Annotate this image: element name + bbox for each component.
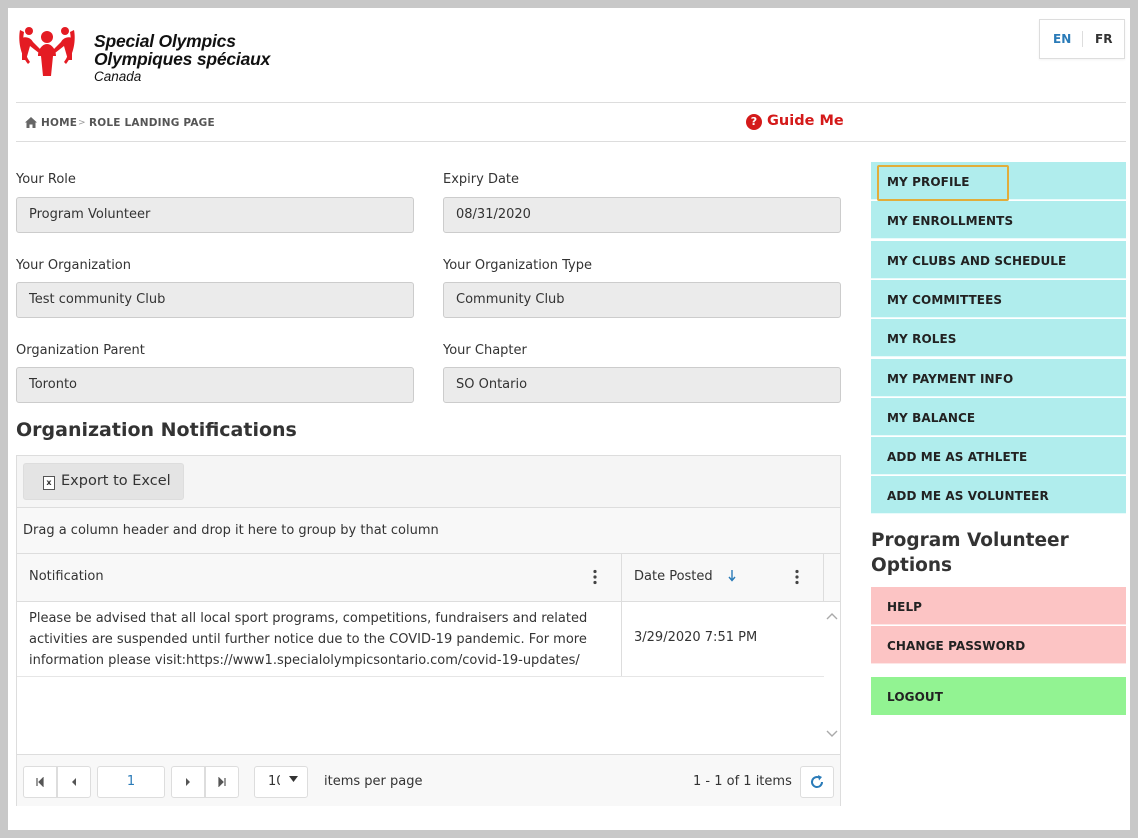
column-header-label: Notification <box>29 569 104 584</box>
scroll-up-icon[interactable] <box>826 612 838 620</box>
notifications-grid: x Export to Excel Drag a column header a… <box>16 455 841 806</box>
organization-parent-label: Organization Parent <box>16 343 145 358</box>
logo-line-1: Special Olympics <box>94 31 236 51</box>
column-menu-icon[interactable] <box>794 569 800 585</box>
organization-field: Test community Club <box>16 282 414 318</box>
chevron-right-icon: > <box>78 118 86 128</box>
question-circle-icon[interactable]: ? <box>746 114 762 130</box>
expiry-label: Expiry Date <box>443 172 520 187</box>
previous-page-button[interactable] <box>57 766 91 798</box>
export-to-excel-button[interactable]: x Export to Excel <box>23 463 184 500</box>
column-menu-icon[interactable] <box>592 569 598 585</box>
organization-parent-field: Toronto <box>16 367 414 403</box>
logout-button[interactable]: LOGOUT <box>871 677 1126 715</box>
role-field: Program Volunteer <box>16 197 414 233</box>
first-page-icon <box>36 776 44 788</box>
current-page-input[interactable]: 1 <box>97 766 165 798</box>
group-drop-area[interactable]: Drag a column header and drop it here to… <box>17 508 840 554</box>
expiry-field: 08/31/2020 <box>443 197 841 233</box>
grid-pager: 1 10 items per page 1 - 1 of 1 items <box>17 754 840 806</box>
menu-item-my-balance[interactable]: MY BALANCE <box>871 398 1126 436</box>
menu-item-my-clubs-and-schedule[interactable]: MY CLUBS AND SCHEDULE <box>871 241 1126 279</box>
organization-type-field: Community Club <box>443 282 841 318</box>
refresh-button[interactable] <box>800 766 834 798</box>
menu-item-add-me-as-volunteer[interactable]: ADD ME AS VOLUNTEER <box>871 476 1126 514</box>
caret-down-icon <box>289 776 298 782</box>
logo-line-3: Canada <box>94 69 142 84</box>
export-button-label: Export to Excel <box>61 473 171 489</box>
column-header-label: Date Posted <box>634 569 713 584</box>
notification-cell: Please be advised that all local sport p… <box>17 602 622 676</box>
options-title: Program Volunteer Options <box>871 530 1069 576</box>
menu-item-help[interactable]: HELP <box>871 587 1126 625</box>
items-per-page-label: items per page <box>324 774 423 789</box>
column-header-notification[interactable]: Notification <box>17 554 622 601</box>
chapter-label: Your Chapter <box>443 343 527 358</box>
language-switcher: EN FR <box>1039 19 1125 59</box>
column-header-date-posted[interactable]: Date Posted <box>622 554 824 601</box>
lang-divider <box>1082 31 1083 47</box>
table-row[interactable]: Please be advised that all local sport p… <box>17 602 824 677</box>
breadcrumb-current: ROLE LANDING PAGE <box>89 117 215 129</box>
role-label: Your Role <box>16 172 76 187</box>
home-icon <box>25 117 37 128</box>
breadcrumb-home-link[interactable]: HOME <box>41 117 77 129</box>
first-page-button[interactable] <box>23 766 57 798</box>
organization-type-label: Your Organization Type <box>443 258 592 273</box>
logo[interactable]: Special Olympics Olympiques spéciaux Can… <box>16 18 316 88</box>
next-page-button[interactable] <box>171 766 205 798</box>
scroll-down-icon[interactable] <box>826 730 838 738</box>
pager-info: 1 - 1 of 1 items <box>693 774 792 789</box>
special-olympics-logo-icon <box>19 27 75 76</box>
last-page-button[interactable] <box>205 766 239 798</box>
menu-item-my-payment-info[interactable]: MY PAYMENT INFO <box>871 359 1126 397</box>
sort-descending-icon <box>728 570 736 582</box>
my-profile-highlight <box>877 165 1009 201</box>
menu-item-add-me-as-athlete[interactable]: ADD ME AS ATHLETE <box>871 437 1126 475</box>
page-size-value: 10 <box>268 774 280 789</box>
lang-fr-link[interactable]: FR <box>1095 32 1112 46</box>
chapter-field: SO Ontario <box>443 367 841 403</box>
logo-text: Special Olympics Olympiques spéciaux Can… <box>94 32 270 85</box>
page: Special Olympics Olympiques spéciaux Can… <box>8 8 1130 830</box>
breadcrumb: HOME > ROLE LANDING PAGE ? Guide Me <box>16 102 1126 142</box>
logo-line-2: Olympiques spéciaux <box>94 49 271 69</box>
excel-file-icon: x <box>43 476 55 490</box>
grid-header: Notification Date Posted <box>17 554 840 602</box>
page-size-select[interactable]: 10 <box>254 766 308 798</box>
refresh-icon <box>811 775 824 788</box>
lang-en-link[interactable]: EN <box>1053 32 1071 46</box>
menu-item-my-committees[interactable]: MY COMMITTEES <box>871 280 1126 318</box>
last-page-icon <box>218 776 226 788</box>
notifications-title: Organization Notifications <box>16 419 297 441</box>
caret-left-icon <box>72 778 76 786</box>
grid-toolbar: x Export to Excel <box>17 456 840 508</box>
menu-item-my-roles[interactable]: MY ROLES <box>871 319 1126 357</box>
date-posted-cell: 3/29/2020 7:51 PM <box>634 630 758 645</box>
caret-right-icon <box>186 778 190 786</box>
guide-me-link[interactable]: Guide Me <box>767 113 844 129</box>
menu-item-my-enrollments[interactable]: MY ENROLLMENTS <box>871 201 1126 239</box>
organization-label: Your Organization <box>16 258 131 273</box>
grid-scrollbar[interactable] <box>824 602 840 754</box>
menu-item-change-password[interactable]: CHANGE PASSWORD <box>871 626 1126 664</box>
